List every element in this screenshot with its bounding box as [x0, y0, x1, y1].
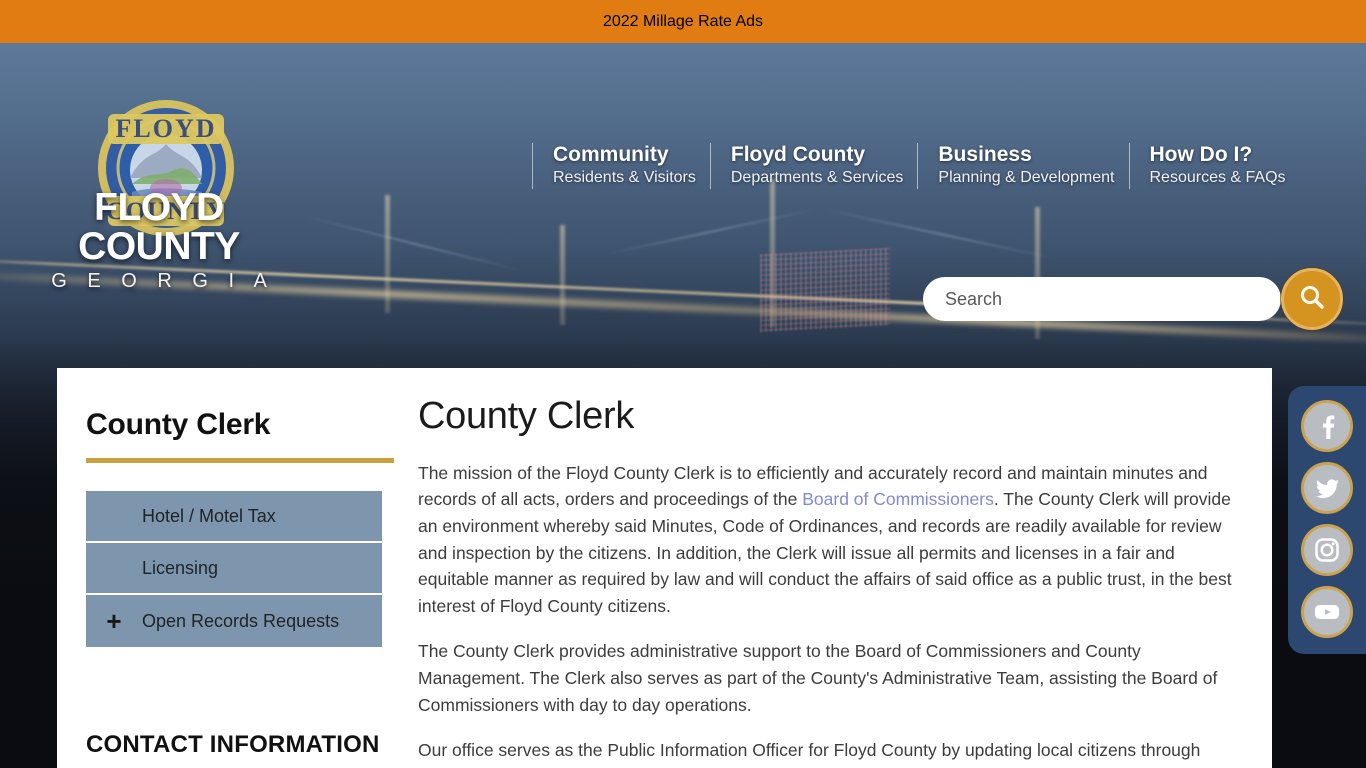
nav-item-title: Community [553, 143, 669, 166]
social-link-instagram[interactable] [1301, 524, 1353, 576]
site-logo[interactable]: FLOYD COUNTY FLOYD COUNTY G E O R G I A [14, 88, 304, 292]
nav-item-business[interactable]: Business Planning & Development [917, 143, 1128, 189]
social-link-youtube[interactable] [1301, 586, 1353, 638]
search-bar [923, 268, 1343, 330]
sidebar-item-label: Licensing [142, 557, 219, 578]
facebook-icon [1314, 413, 1340, 439]
nav-item-subtitle: Residents & Visitors [553, 168, 696, 186]
nav-item-subtitle: Planning & Development [938, 168, 1115, 186]
nav-item-how-do-i[interactable]: How Do I? Resources & FAQs [1128, 143, 1300, 189]
contact-information-heading: CONTACT INFORMATION [86, 731, 380, 758]
main-content: County Clerk The mission of the Floyd Co… [412, 368, 1272, 768]
alert-banner[interactable]: 2022 Millage Rate Ads [0, 0, 1366, 43]
social-link-twitter[interactable] [1301, 462, 1353, 514]
social-link-facebook[interactable] [1301, 400, 1353, 452]
sidebar-item-hotel-motel-tax[interactable]: Hotel / Motel Tax [86, 491, 382, 543]
nav-item-title: How Do I? [1149, 143, 1253, 166]
board-of-commissioners-link[interactable]: Board of Commissioners [802, 489, 994, 509]
sidebar-item-licensing[interactable]: Licensing [86, 543, 382, 595]
search-input[interactable] [923, 277, 1281, 321]
paragraph-admin-support: The County Clerk provides administrative… [418, 641, 1218, 715]
content-card: County Clerk Hotel / Motel Tax Licensing… [57, 368, 1272, 768]
main-navigation: Community Residents & Visitors Floyd Cou… [532, 143, 1300, 189]
sidebar-menu: Hotel / Motel Tax Licensing + Open Recor… [86, 491, 382, 647]
search-icon [1298, 283, 1326, 316]
nav-item-community[interactable]: Community Residents & Visitors [532, 143, 710, 189]
social-media-rail [1288, 386, 1366, 654]
youtube-icon [1313, 598, 1341, 626]
sidebar-item-label: Hotel / Motel Tax [142, 505, 276, 526]
instagram-icon [1314, 537, 1340, 563]
svg-text:FLOYD: FLOYD [116, 114, 217, 143]
sidebar-title: County Clerk [86, 408, 271, 441]
expand-plus-icon[interactable]: + [86, 608, 142, 634]
paragraph-public-information: Our office serves as the Public Informat… [418, 740, 1245, 768]
paragraph-mission: The mission of the Floyd County Clerk is… [418, 460, 1248, 620]
brand-subtitle: G E O R G I A [51, 270, 275, 292]
nav-item-floyd-county[interactable]: Floyd County Departments & Services [709, 143, 918, 189]
nav-item-subtitle: Departments & Services [730, 168, 904, 186]
nav-item-subtitle: Resources & FAQs [1149, 168, 1286, 186]
alert-banner-text: 2022 Millage Rate Ads [602, 12, 764, 30]
sidebar-item-open-records-requests[interactable]: + Open Records Requests [86, 595, 382, 647]
brand-title: FLOYD COUNTY [78, 186, 240, 268]
page-title: County Clerk [418, 395, 635, 437]
nav-item-title: Business [938, 143, 1032, 166]
search-button[interactable] [1281, 268, 1343, 330]
sidebar: County Clerk Hotel / Motel Tax Licensing… [57, 368, 412, 768]
twitter-icon [1314, 475, 1341, 502]
sidebar-divider [86, 458, 394, 463]
nav-item-title: Floyd County [730, 143, 866, 166]
hero-header: FLOYD COUNTY FLOYD COUNTY G E O R G I A … [0, 43, 1366, 768]
sidebar-item-label: Open Records Requests [142, 610, 340, 631]
